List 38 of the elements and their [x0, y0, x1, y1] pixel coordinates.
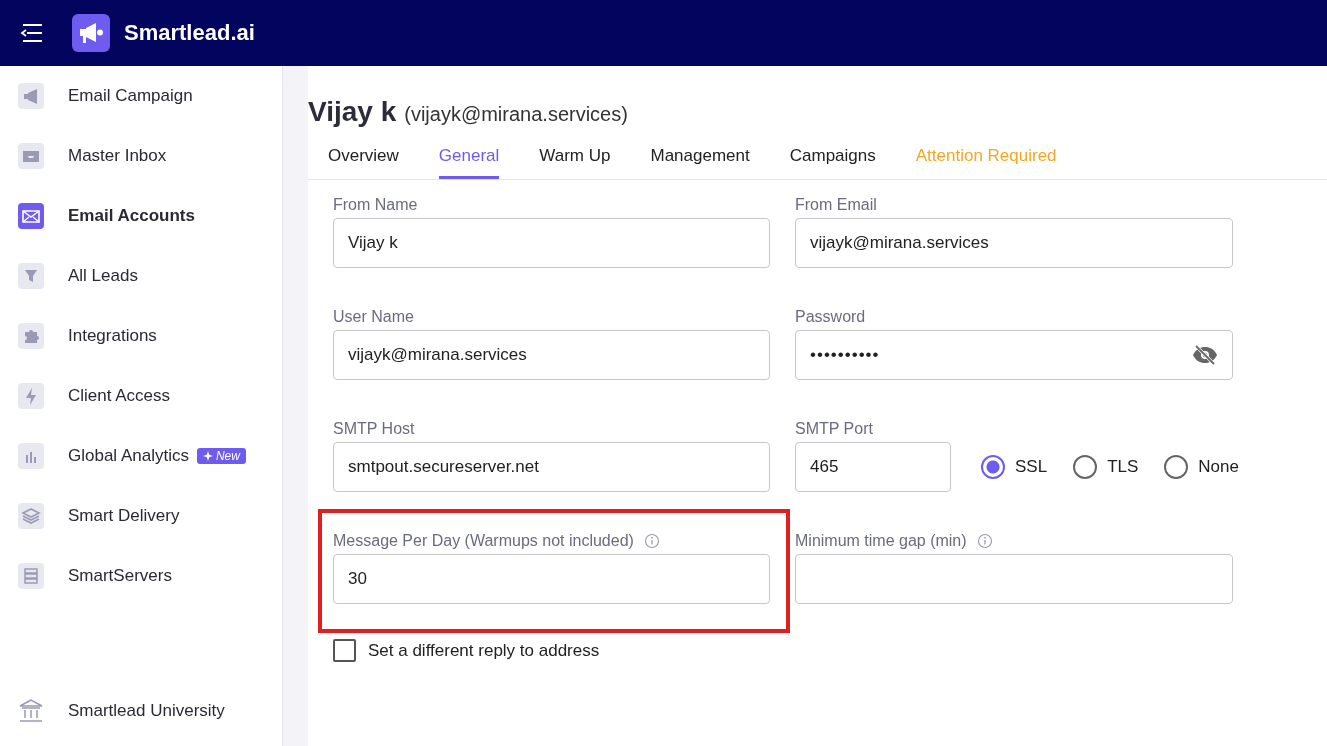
- sidebar-item[interactable]: Client Access: [18, 383, 171, 409]
- account-name: Vijay k: [308, 96, 397, 128]
- sidebar-item[interactable]: Master Inbox: [18, 143, 167, 169]
- input-field[interactable]: smtpout.secureserver.net: [333, 442, 770, 492]
- sidebar-item[interactable]: Global Analytics New: [18, 443, 246, 469]
- tab[interactable]: Campaigns: [789, 138, 876, 179]
- tab[interactable]: Overview: [328, 138, 399, 179]
- field-label: Password: [795, 308, 866, 326]
- new-badge: New: [196, 448, 246, 464]
- radio-label: SSL: [1015, 457, 1048, 477]
- field-label: From Name: [333, 196, 418, 214]
- tab[interactable]: Management: [650, 138, 750, 179]
- radio-label: TLS: [1107, 457, 1139, 477]
- input-field[interactable]: 465: [795, 442, 951, 492]
- field-label: User Name: [333, 308, 414, 326]
- field-label: Minimum time gap (min): [795, 532, 967, 550]
- radio-label: None: [1198, 457, 1239, 477]
- sidebar-item[interactable]: SmartServers: [18, 563, 172, 589]
- sidebar-item[interactable]: Email Accounts: [18, 203, 195, 229]
- field-label: SMTP Host: [333, 420, 415, 438]
- tab[interactable]: General: [438, 138, 500, 179]
- input-field[interactable]: vijayk@mirana.services: [333, 330, 770, 380]
- sidebar-item[interactable]: Smart Delivery: [18, 503, 180, 529]
- input-field[interactable]: vijayk@mirana.services: [795, 218, 1233, 268]
- sidebar-item[interactable]: Smartlead University: [18, 698, 225, 724]
- account-email: (vijayk@mirana.services): [404, 103, 628, 126]
- checkbox-label: Set a different reply to address: [368, 640, 600, 661]
- sidebar-item[interactable]: Email Campaign: [18, 83, 193, 109]
- brand-name: Smartlead.ai: [124, 20, 255, 46]
- sidebar-item[interactable]: Integrations: [18, 323, 157, 349]
- input-field[interactable]: ••••••••••: [795, 330, 1233, 380]
- field-label: SMTP Port: [795, 420, 873, 438]
- input-field[interactable]: 30: [333, 554, 770, 604]
- tab[interactable]: Warm Up: [539, 138, 611, 179]
- field-label: From Email: [795, 196, 877, 214]
- input-field[interactable]: Vijay k: [333, 218, 770, 268]
- field-label: Message Per Day (Warmups not included): [333, 532, 634, 550]
- sidebar-item[interactable]: All Leads: [18, 263, 138, 289]
